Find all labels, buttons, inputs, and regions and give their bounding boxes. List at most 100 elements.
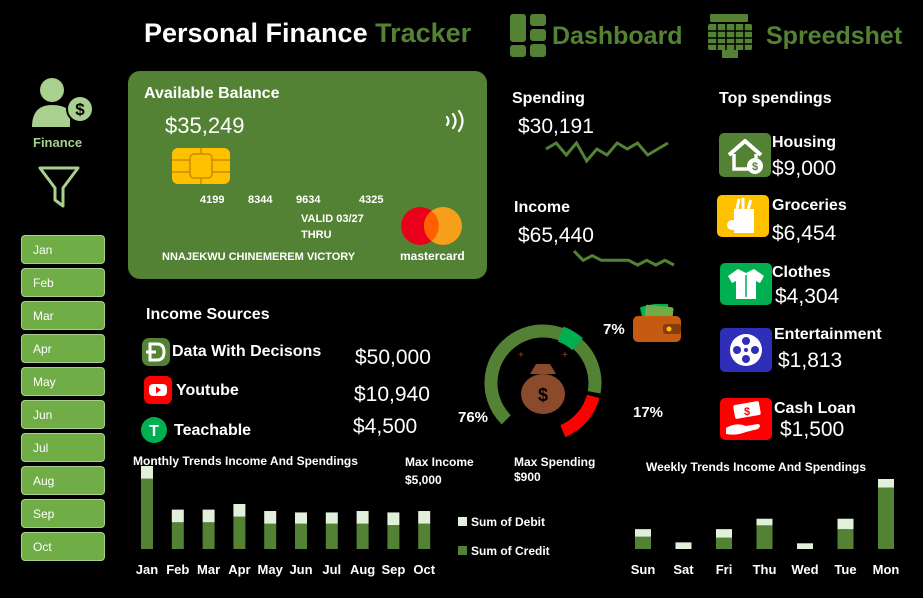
tick-label-sat: Sat <box>673 562 694 577</box>
month-button-jul[interactable]: Jul <box>21 433 105 462</box>
bar-debit-aug <box>356 511 369 524</box>
bar-credit-sep <box>387 525 400 549</box>
legend-debit-swatch <box>458 517 467 526</box>
svg-text:+: + <box>518 350 524 361</box>
top-spending-name-2: Groceries <box>772 197 847 214</box>
income-value: $65,440 <box>518 224 594 247</box>
shirt-icon <box>720 263 772 305</box>
svg-text:$: $ <box>75 100 85 119</box>
film-reel-icon <box>720 328 772 372</box>
bar-credit-may <box>264 523 277 549</box>
svg-text:+: + <box>562 350 568 361</box>
bar-debit-tue <box>837 518 854 530</box>
groceries-bag-icon <box>717 195 769 237</box>
spending-sparkline <box>545 140 669 164</box>
income-sparkline <box>572 249 675 267</box>
bar-credit-sun <box>635 536 651 549</box>
money-bag-icon: $ + + <box>518 350 568 414</box>
title-part-1: Personal Finance <box>144 18 376 48</box>
donut-label-17: 17% <box>633 404 664 421</box>
bar-debit-oct <box>418 511 431 524</box>
month-button-feb[interactable]: Feb <box>21 268 105 297</box>
bar-debit-jul <box>325 512 338 524</box>
title-part-2: Tracker <box>375 18 472 48</box>
income-source-name-1: Data With Decisons <box>172 343 322 360</box>
monthly-trends-chart: Jan Feb Mar Apr May Jun Jul Aug Sep Oct <box>136 466 436 577</box>
card-holder: NNAJEKWU CHINEMEREM VICTORY <box>162 251 356 263</box>
card-number-4: 4325 <box>359 194 384 206</box>
tick-label-jun: Jun <box>289 562 312 577</box>
svg-text:$: $ <box>538 385 548 405</box>
dashboard-icon <box>510 14 546 57</box>
tick-label-tue: Tue <box>834 562 856 577</box>
finance-user-icon: $ <box>32 78 94 127</box>
spending-label: Spending <box>512 90 585 107</box>
bar-debit-mon <box>878 479 894 488</box>
tick-label-fri: Fri <box>716 562 733 577</box>
top-spending-value-5: $1,500 <box>780 418 845 441</box>
bar-debit-jun <box>295 512 307 524</box>
bar-debit-feb <box>171 509 184 523</box>
card-number-3: 9634 <box>296 194 321 206</box>
card-thru-label: THRU <box>301 229 332 241</box>
tick-label-jul: Jul <box>322 562 341 577</box>
month-button-may[interactable]: May <box>21 367 105 396</box>
top-spending-value-2: $6,454 <box>772 222 837 245</box>
nav-spreadsheet[interactable]: Spreedshet <box>708 14 902 58</box>
income-sources-title: Income Sources <box>146 306 270 323</box>
legend-credit-swatch <box>458 546 467 555</box>
mastercard-logo-icon <box>401 207 462 245</box>
bar-credit-oct <box>418 523 431 549</box>
bar-credit-mon <box>878 487 894 549</box>
income-source-name-3: Teachable <box>174 422 252 439</box>
month-button-mar[interactable]: Mar <box>21 301 105 330</box>
wallet-cash-icon <box>633 304 681 342</box>
top-spending-name-4: Entertainment <box>774 326 882 343</box>
bar-credit-mar <box>202 522 215 549</box>
card-number-1: 4199 <box>200 194 225 206</box>
bar-debit-mar <box>202 509 215 523</box>
bar-debit-may <box>264 511 277 524</box>
tick-label-sun: Sun <box>631 562 656 577</box>
tick-label-mar: Mar <box>197 562 220 577</box>
contactless-icon <box>445 109 464 133</box>
svg-text:T: T <box>149 423 159 440</box>
donut-label-7: 7% <box>603 321 625 338</box>
nav-dashboard[interactable]: Dashboard <box>510 14 683 58</box>
card-valid-label: VALID 03/27 <box>301 213 364 225</box>
bar-credit-thu <box>756 525 773 549</box>
balance-label: Available Balance <box>144 85 280 102</box>
month-button-jan[interactable]: Jan <box>21 235 105 264</box>
month-button-apr[interactable]: Apr <box>21 334 105 363</box>
income-source-value-2: $10,940 <box>354 383 430 406</box>
month-button-aug[interactable]: Aug <box>21 466 105 495</box>
spending-value: $30,191 <box>518 115 594 138</box>
donut-label-76: 76% <box>458 409 489 426</box>
bar-debit-apr <box>233 503 246 517</box>
tick-label-thu: Thu <box>753 562 777 577</box>
month-button-jun[interactable]: Jun <box>21 400 105 429</box>
bar-debit-sun <box>635 529 651 537</box>
tick-label-feb: Feb <box>166 562 189 577</box>
max-spending-value: $900 <box>514 470 541 484</box>
bar-debit-wed <box>797 543 813 549</box>
bar-credit-jul <box>325 523 338 549</box>
weekly-trends-chart: Sun Sat Fri Thu Wed Tue Mon <box>631 479 899 577</box>
legend-credit-label: Sum of Credit <box>471 544 550 558</box>
bar-debit-thu <box>756 518 773 526</box>
tick-label-sep: Sep <box>381 562 405 577</box>
top-spendings-title: Top spendings <box>719 90 832 107</box>
bar-credit-feb <box>171 522 184 549</box>
page-title: Personal Finance Tracker <box>144 18 471 49</box>
spreadsheet-icon <box>708 14 752 58</box>
legend-credit: Sum of Credit <box>458 544 550 558</box>
income-label: Income <box>514 199 571 216</box>
nav-spreadsheet-label: Spreedshet <box>766 21 903 50</box>
cash-hand-icon: $ <box>720 398 772 440</box>
balance-value: $35,249 <box>165 113 245 138</box>
filter-icon[interactable] <box>38 166 80 210</box>
month-button-sep[interactable]: Sep <box>21 499 105 528</box>
chip-icon <box>172 148 230 184</box>
month-button-oct[interactable]: Oct <box>21 532 105 561</box>
tick-label-wed: Wed <box>791 562 818 577</box>
